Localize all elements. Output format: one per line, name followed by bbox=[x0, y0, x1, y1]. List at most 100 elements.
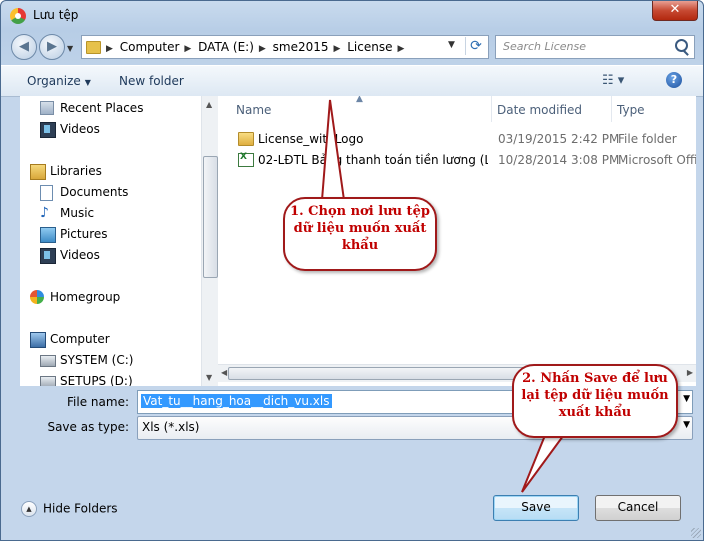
window-title: Lưu tệp bbox=[33, 8, 79, 22]
cancel-button[interactable]: Cancel bbox=[595, 495, 681, 521]
file-name-label: File name: bbox=[67, 395, 129, 409]
callout-line: lại tệp dữ liệu muốn bbox=[521, 388, 669, 403]
chevron-down-icon: ▼ bbox=[84, 78, 91, 87]
app-icon bbox=[10, 8, 26, 24]
forward-arrow-icon: ▶ bbox=[47, 39, 57, 54]
breadcrumb-arrow-icon[interactable]: ▶ bbox=[334, 44, 341, 54]
sidebar-item-label: Pictures bbox=[60, 227, 108, 241]
address-dropdown-icon[interactable]: ▼ bbox=[448, 40, 455, 50]
scroll-right-icon[interactable]: ▶ bbox=[687, 368, 693, 377]
breadcrumb-arrow-icon[interactable]: ▶ bbox=[106, 44, 113, 54]
view-options-icon[interactable]: ☷ ▾ bbox=[602, 73, 624, 88]
refresh-icon[interactable]: ⟳ bbox=[465, 37, 486, 55]
breadcrumb: ▶ Computer ▶ DATA (E:) ▶ sme2015 ▶ License ▶ bbox=[104, 40, 407, 54]
breadcrumb-arrow-icon[interactable]: ▶ bbox=[398, 44, 405, 54]
scroll-down-icon[interactable]: ▼ bbox=[206, 373, 212, 382]
column-header-label: Date modified bbox=[497, 103, 583, 117]
search-icon[interactable] bbox=[675, 39, 688, 52]
sort-ascending-icon: ▲ bbox=[356, 96, 363, 104]
address-bar[interactable]: ▶ Computer ▶ DATA (E:) ▶ sme2015 ▶ License ▶… bbox=[81, 35, 489, 59]
organize-label: Organize bbox=[27, 74, 81, 88]
callout-line: dữ liệu muốn xuất bbox=[293, 221, 427, 236]
back-arrow-icon: ◀ bbox=[19, 39, 29, 54]
sidebar-item-label: Homegroup bbox=[50, 290, 121, 304]
callout-line: 1. Chọn nơi lưu tệp bbox=[290, 204, 430, 219]
sidebar-item-label: Computer bbox=[50, 332, 110, 346]
search-placeholder: Search License bbox=[503, 40, 586, 53]
history-dropdown-icon[interactable]: ▼ bbox=[67, 44, 73, 53]
homegroup-icon bbox=[30, 290, 44, 304]
navigation-pane: Recent Places Videos Libraries Documents… bbox=[20, 96, 215, 386]
videos-icon bbox=[40, 122, 56, 138]
videos-icon bbox=[40, 248, 56, 264]
chevron-down-icon: ▼ bbox=[683, 420, 690, 430]
file-type: Microsoft Offic bbox=[618, 153, 696, 167]
callout-step-1: 1. Chọn nơi lưu tệp dữ liệu muốn xuất kh… bbox=[283, 197, 437, 271]
command-bar: Organize ▼ New folder ☷ ▾ ? bbox=[1, 65, 703, 97]
recent-places-icon bbox=[40, 101, 54, 115]
sidebar-item-label: Videos bbox=[60, 248, 100, 262]
file-date: 10/28/2014 3:08 PM bbox=[498, 153, 620, 167]
folder-icon bbox=[86, 41, 101, 54]
scroll-left-icon[interactable]: ◀ bbox=[221, 368, 227, 377]
column-header-date[interactable]: Date modified bbox=[491, 96, 612, 122]
libraries-icon bbox=[30, 164, 46, 180]
scroll-up-icon[interactable]: ▲ bbox=[206, 100, 212, 109]
title-bar: Lưu tệp ✕ bbox=[1, 1, 703, 31]
save-as-type-label: Save as type: bbox=[47, 420, 129, 434]
callout-line: khẩu bbox=[341, 238, 379, 253]
hide-folders-button[interactable]: ▲ Hide Folders bbox=[21, 501, 118, 517]
close-button[interactable]: ✕ bbox=[652, 1, 698, 21]
computer-icon bbox=[30, 332, 46, 348]
new-folder-button[interactable]: New folder bbox=[119, 74, 184, 88]
breadcrumb-data-drive[interactable]: DATA (E:) bbox=[198, 40, 254, 54]
excel-file-icon bbox=[238, 152, 254, 167]
resize-grip[interactable] bbox=[691, 528, 701, 538]
hide-folders-label: Hide Folders bbox=[43, 501, 118, 516]
back-button[interactable]: ◀ bbox=[11, 34, 37, 60]
breadcrumb-sme2015[interactable]: sme2015 bbox=[273, 40, 329, 54]
file-name: License_withLogo bbox=[258, 132, 364, 146]
breadcrumb-arrow-icon[interactable]: ▶ bbox=[259, 44, 266, 54]
chevron-up-icon: ▲ bbox=[21, 501, 37, 517]
sidebar-item-label: Recent Places bbox=[60, 101, 144, 115]
documents-icon bbox=[40, 185, 53, 201]
column-header-label: Name bbox=[236, 103, 272, 117]
drive-icon bbox=[40, 376, 56, 386]
pictures-icon bbox=[40, 227, 56, 243]
callout-line: 2. Nhấn Save để lưu bbox=[522, 371, 668, 386]
sidebar-item-label: Music bbox=[60, 206, 95, 220]
organize-button[interactable]: Organize ▼ bbox=[27, 74, 91, 88]
sidebar-item-label: Documents bbox=[60, 185, 129, 199]
callout-step-2: 2. Nhấn Save để lưu lại tệp dữ liệu muốn… bbox=[512, 364, 678, 438]
sidebar-item-label: Videos bbox=[60, 122, 100, 136]
column-header-label: Type bbox=[617, 103, 645, 117]
breadcrumb-computer[interactable]: Computer bbox=[120, 40, 180, 54]
sidebar-item-label: SYSTEM (C:) bbox=[60, 353, 134, 367]
navigation-row: ◀ ▶ ▼ ▶ Computer ▶ DATA (E:) ▶ sme2015 ▶ Li… bbox=[1, 34, 703, 60]
music-icon: ♪ bbox=[40, 205, 49, 221]
column-header-name[interactable]: Name ▲ bbox=[218, 96, 492, 122]
file-type: File folder bbox=[618, 132, 677, 146]
forward-button[interactable]: ▶ bbox=[39, 34, 65, 60]
folder-icon bbox=[238, 132, 254, 146]
scrollbar-thumb[interactable] bbox=[203, 156, 218, 278]
save-as-type-value: Xls (*.xls) bbox=[142, 420, 200, 434]
chevron-down-icon[interactable]: ▼ bbox=[683, 394, 690, 404]
breadcrumb-arrow-icon[interactable]: ▶ bbox=[184, 44, 191, 54]
file-name: 02-LĐTL Bảng thanh toán tiền lương (Lư..… bbox=[258, 153, 488, 167]
save-button[interactable]: Save bbox=[493, 495, 579, 521]
help-icon[interactable]: ? bbox=[666, 72, 682, 88]
drive-icon bbox=[40, 355, 56, 367]
breadcrumb-license[interactable]: License bbox=[347, 40, 392, 54]
table-row[interactable]: 02-LĐTL Bảng thanh toán tiền lương (Lư..… bbox=[218, 150, 696, 170]
column-header-type[interactable]: Type bbox=[611, 96, 696, 122]
sidebar-item-label: Libraries bbox=[50, 164, 102, 178]
file-name-value: Vat_tu__hang_hoa__dich_vu.xls bbox=[141, 394, 332, 408]
sidebar-item-label: SETUPS (D:) bbox=[60, 374, 133, 386]
search-input[interactable]: Search License bbox=[495, 35, 695, 59]
sidebar-scrollbar[interactable]: ▲ ▼ bbox=[201, 96, 218, 386]
callout-line: xuất khẩu bbox=[558, 405, 632, 420]
file-date: 03/19/2015 2:42 PM bbox=[498, 132, 620, 146]
table-row[interactable]: License_withLogo 03/19/2015 2:42 PM File… bbox=[218, 129, 696, 149]
